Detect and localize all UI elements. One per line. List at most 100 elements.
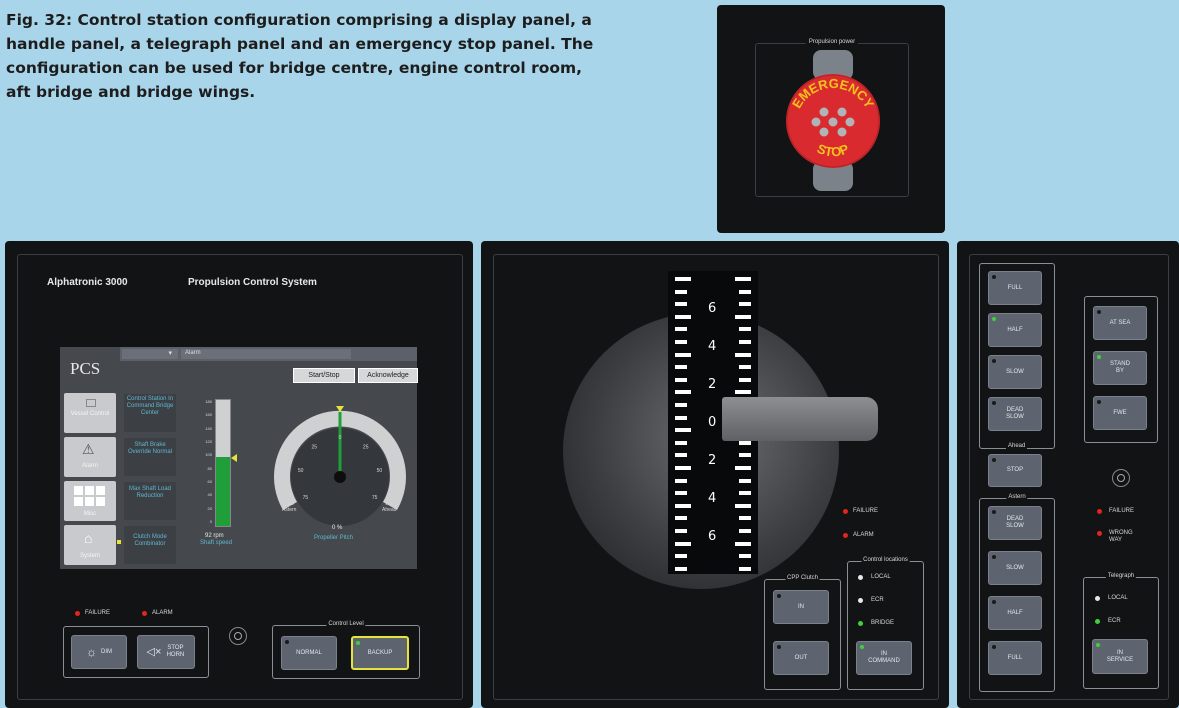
scale-tick: [735, 314, 751, 319]
scale-number: 6: [708, 301, 717, 316]
ahead-button-led: [992, 401, 996, 405]
startstop-button[interactable]: Start/Stop: [293, 368, 355, 383]
scale-tick: [735, 277, 751, 281]
wrong-way-led: [1097, 531, 1102, 536]
alarm-led: [142, 611, 147, 616]
scale-tick: [739, 529, 751, 533]
scale-tick: [739, 491, 751, 496]
failure-led: [75, 611, 80, 616]
backup-button[interactable]: BACKUP: [351, 636, 409, 670]
emergency-stop-button[interactable]: EMERGENCY STOP: [763, 33, 903, 203]
ahead-button-label: SLOW: [1006, 368, 1024, 375]
handle-panel: 6420246 FAILURE ALARM CPP Clutch IN OUT …: [481, 241, 949, 708]
ecr-led: [858, 598, 863, 603]
throttle-handle[interactable]: [722, 397, 878, 441]
scale-tick: [675, 340, 687, 344]
in-service-button[interactable]: IN SERVICE: [1092, 639, 1148, 674]
astern-button-label: HALF: [1007, 609, 1023, 616]
alarm-label: ALARM: [152, 610, 173, 616]
in-command-button[interactable]: IN COMMAND: [856, 641, 912, 675]
scale-tick: [739, 554, 751, 559]
astern-button[interactable]: SLOW: [988, 551, 1042, 585]
bar-scale-label: 160: [205, 412, 212, 418]
scale-tick: [675, 415, 687, 420]
bar-scale-label: 180: [205, 399, 212, 404]
bar-scale-label: 20: [207, 505, 212, 511]
dim-button[interactable]: ☼ DIM: [71, 635, 127, 669]
stop-led: [992, 458, 996, 462]
scale-tick: [739, 566, 751, 571]
astern-button[interactable]: HALF: [988, 596, 1042, 630]
telegraph-title: Telegraph: [1105, 573, 1137, 579]
scale-tick: [675, 566, 687, 571]
normal-button[interactable]: NORMAL: [281, 636, 337, 670]
warning-icon: ⚠: [82, 441, 95, 457]
failure-led: [1097, 509, 1102, 514]
mode-button[interactable]: AT SEA: [1093, 306, 1147, 340]
nav-alarm[interactable]: ⚠ Alarm: [64, 437, 116, 477]
ahead-button[interactable]: SLOW: [988, 355, 1042, 389]
shaft-speed-value: 92 rpm: [205, 533, 224, 539]
scale-tick: [739, 340, 751, 344]
failure-label: FAILURE: [853, 508, 879, 514]
ahead-button-label: HALF: [1007, 326, 1023, 333]
mode-button[interactable]: STAND BY: [1093, 351, 1147, 385]
astern-button-label: SLOW: [1006, 564, 1024, 571]
local-led: [858, 575, 863, 580]
dimmer-knob[interactable]: [229, 627, 247, 645]
scale-tick: [675, 403, 687, 407]
mode-button[interactable]: FWE: [1093, 396, 1147, 430]
acknowledge-button[interactable]: Acknowledge: [358, 368, 418, 383]
shaft-speed-fill: [216, 456, 230, 526]
telegraph-knob[interactable]: [1112, 469, 1130, 487]
gauge-tick-label: 50: [377, 468, 383, 474]
nav-misc[interactable]: Misc: [64, 481, 116, 521]
stop-horn-button[interactable]: ◁× STOP HORN: [137, 635, 195, 669]
scale-tick: [739, 478, 751, 483]
shaft-speed-label: Shaft speed: [200, 540, 233, 546]
clutch-in-button[interactable]: IN: [773, 590, 829, 624]
shaft-speed-empty: [216, 400, 230, 457]
scale-number: 4: [708, 339, 717, 354]
nav-label: Misc: [83, 511, 97, 517]
station-dropdown[interactable]: ▾: [122, 349, 178, 359]
sun-icon: ☼: [86, 644, 97, 659]
clutch-out-button[interactable]: OUT: [773, 641, 829, 675]
alarm-label: ALARM: [853, 532, 874, 538]
ahead-button-label: DEAD SLOW: [1006, 407, 1024, 420]
knob-center: [1117, 474, 1125, 482]
backup-label: BACKUP: [367, 649, 393, 656]
nav-system[interactable]: ⌂ System: [64, 525, 116, 565]
astern-button[interactable]: FULL: [988, 641, 1042, 675]
dim-label: DIM: [101, 648, 112, 655]
gauge-tick-label: 75: [372, 495, 378, 501]
figure-caption: Fig. 32: Control station configuration c…: [6, 11, 594, 101]
control-locations-title: Control locations: [861, 557, 910, 563]
emergency-stop-panel: Propulsion power EMERGENCY STOP: [717, 5, 945, 233]
astern-button[interactable]: DEAD SLOW: [988, 506, 1042, 540]
scale-tick: [739, 327, 751, 332]
stop-horn-label: STOP HORN: [166, 645, 185, 658]
gauge-tick-label: 25: [312, 444, 318, 450]
mode-button-label: FWE: [1113, 409, 1127, 416]
nav-vessel-control[interactable]: Vessel Control: [64, 393, 116, 433]
shaft-speed-bar: [215, 399, 231, 527]
stop-label: STOP: [1006, 467, 1024, 473]
clutch-out-led: [777, 645, 781, 649]
system-title: Propulsion Control System: [188, 277, 317, 288]
astern-title: Astern: [1006, 494, 1028, 500]
ahead-button[interactable]: FULL: [988, 271, 1042, 305]
bar-scale-label: 100: [205, 452, 212, 458]
stop-button[interactable]: STOP: [988, 454, 1042, 487]
scale-tick: [675, 390, 691, 395]
scale-tick: [675, 503, 691, 508]
failure-label: FAILURE: [85, 610, 111, 616]
bridge-label: BRIDGE: [871, 620, 895, 626]
ahead-button[interactable]: DEAD SLOW: [988, 397, 1042, 431]
gauge-value: 0 %: [332, 525, 343, 531]
status-shaft-brake: Shaft Brake Override Normal: [124, 438, 176, 476]
ahead-button[interactable]: HALF: [988, 313, 1042, 347]
scale-tick: [739, 289, 751, 294]
wrong-way-label: WRONG WAY: [1109, 530, 1133, 543]
scale-tick: [675, 352, 691, 357]
